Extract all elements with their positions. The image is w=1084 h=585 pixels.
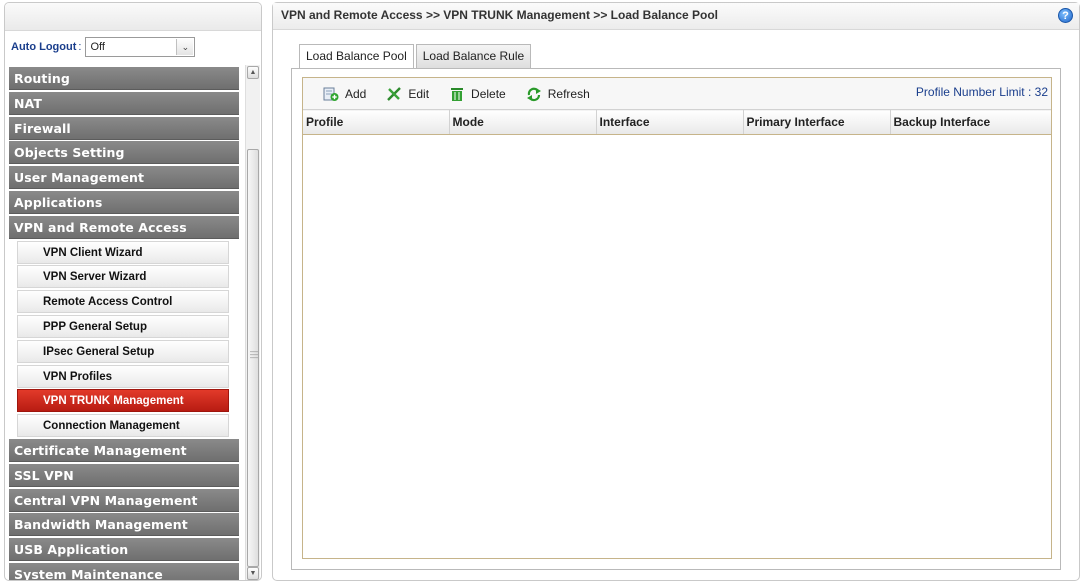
column-header-primary-interface[interactable]: Primary Interface: [743, 109, 891, 135]
toolbar: Add Edit Delete Refresh Profile Number L…: [303, 78, 1051, 109]
submenu-remote-access-control[interactable]: Remote Access Control: [17, 290, 229, 314]
menu-item-firewall[interactable]: Firewall: [9, 116, 239, 140]
sidebar-scrollbar[interactable]: ▲ — — — ▼: [245, 65, 260, 580]
help-icon[interactable]: ?: [1058, 8, 1073, 23]
delete-label: Delete: [471, 86, 506, 101]
table-header-row: Profile Mode Interface Primary Interface…: [303, 109, 1051, 135]
column-header-profile[interactable]: Profile: [303, 109, 450, 135]
submenu-vpn-trunk-management[interactable]: VPN TRUNK Management: [17, 389, 229, 413]
submenu-vpn-profiles[interactable]: VPN Profiles: [17, 364, 229, 388]
sidebar: Auto Logout : Off ⌄ Routing NAT Firewall…: [4, 2, 262, 581]
menu-item-applications[interactable]: Applications: [9, 190, 239, 214]
scroll-down-icon[interactable]: ▼: [247, 567, 259, 580]
submenu-ppp-general-setup[interactable]: PPP General Setup: [17, 314, 229, 338]
column-header-interface[interactable]: Interface: [596, 109, 744, 135]
refresh-button[interactable]: Refresh: [526, 86, 590, 102]
add-icon: [323, 86, 339, 102]
menu-item-central-vpn-management[interactable]: Central VPN Management: [9, 488, 239, 512]
submenu-vpn-client-wizard[interactable]: VPN Client Wizard: [17, 240, 229, 264]
add-button[interactable]: Add: [323, 86, 366, 102]
menu-item-bandwidth-management[interactable]: Bandwidth Management: [9, 513, 239, 537]
delete-button[interactable]: Delete: [449, 86, 506, 102]
column-header-backup-interface[interactable]: Backup Interface: [890, 109, 1051, 135]
profile-list-container: Add Edit Delete Refresh Profile Number L…: [302, 77, 1052, 559]
tab-load-balance-pool[interactable]: Load Balance Pool: [299, 44, 414, 69]
profile-table: Profile Mode Interface Primary Interface…: [303, 109, 1051, 135]
menu-item-certificate-management[interactable]: Certificate Management: [9, 438, 239, 462]
profile-limit: Profile Number Limit : 32: [916, 85, 1048, 99]
page-title-bar: VPN and Remote Access >> VPN TRUNK Manag…: [273, 3, 1079, 30]
tab-bar: Load Balance Pool Load Balance Rule: [299, 44, 533, 69]
auto-logout-select[interactable]: Off ⌄: [85, 37, 196, 57]
menu-item-user-management[interactable]: User Management: [9, 166, 239, 190]
add-label: Add: [345, 86, 367, 101]
menu-item-system-maintenance[interactable]: System Maintenance: [9, 562, 239, 580]
menu-item-vpn-remote-access[interactable]: VPN and Remote Access: [9, 215, 239, 239]
edit-label: Edit: [408, 86, 430, 101]
auto-logout-colon: :: [78, 41, 82, 53]
edit-button[interactable]: Edit: [386, 86, 429, 102]
column-header-mode[interactable]: Mode: [449, 109, 597, 135]
menu-item-nat[interactable]: NAT: [9, 91, 239, 115]
submenu-connection-management[interactable]: Connection Management: [17, 414, 229, 438]
tab-load-balance-rule[interactable]: Load Balance Rule: [415, 44, 532, 68]
refresh-label: Refresh: [547, 86, 590, 101]
scroll-up-icon[interactable]: ▲: [247, 66, 259, 79]
auto-logout-label: Auto Logout: [11, 41, 77, 53]
chevron-down-icon[interactable]: ⌄: [176, 39, 194, 55]
sidebar-header: [5, 3, 261, 31]
breadcrumb: VPN and Remote Access >> VPN TRUNK Manag…: [281, 8, 719, 22]
main-content: VPN and Remote Access >> VPN TRUNK Manag…: [272, 2, 1080, 581]
menu-item-usb-application[interactable]: USB Application: [9, 538, 239, 562]
menu-item-objects-setting[interactable]: Objects Setting: [9, 141, 239, 165]
menu-item-ssl-vpn[interactable]: SSL VPN: [9, 463, 239, 487]
tab-panel: Add Edit Delete Refresh Profile Number L…: [291, 68, 1061, 570]
submenu-ipsec-general-setup[interactable]: IPsec General Setup: [17, 339, 229, 363]
auto-logout-value: Off: [90, 41, 105, 53]
submenu-vpn-server-wizard[interactable]: VPN Server Wizard: [17, 265, 229, 289]
refresh-icon: [526, 86, 542, 102]
scrollbar-thumb[interactable]: — — —: [247, 149, 259, 567]
profile-limit-value: 32: [1034, 85, 1048, 99]
main-menu: Routing NAT Firewall Objects Setting Use…: [9, 67, 239, 580]
profile-limit-label: Profile Number Limit :: [915, 85, 1032, 99]
edit-icon: [386, 86, 402, 102]
menu-item-routing[interactable]: Routing: [9, 67, 239, 90]
trash-icon: [449, 86, 465, 102]
grip-icon: — — —: [250, 347, 258, 362]
auto-logout: Auto Logout : Off ⌄: [11, 36, 196, 58]
